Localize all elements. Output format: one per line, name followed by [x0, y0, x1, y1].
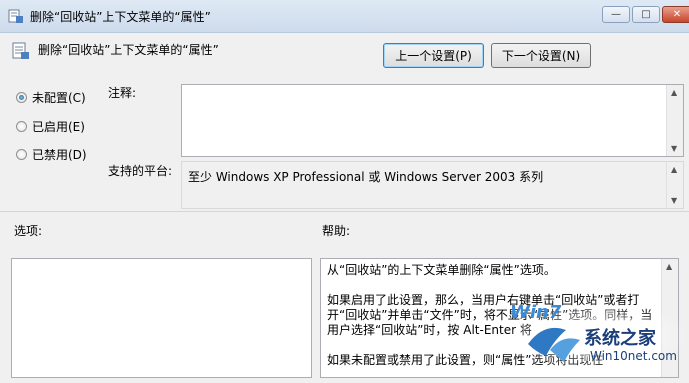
minimize-button[interactable]: —	[602, 6, 630, 23]
comment-scrollbar[interactable]: ▲ ▼	[666, 85, 683, 156]
maximize-button[interactable]: □	[632, 6, 660, 23]
platform-scrollbar[interactable]: ▲ ▼	[666, 162, 683, 208]
radio-button[interactable]	[16, 121, 27, 132]
maximize-icon: □	[641, 8, 651, 20]
radio-button[interactable]	[16, 92, 27, 103]
options-pane[interactable]	[11, 258, 312, 378]
platform-value: 至少 Windows XP Professional 或 Windows Ser…	[188, 170, 544, 184]
watermark: Win7 系统之家 Win10net.com	[506, 300, 689, 372]
scroll-up-icon[interactable]: ▲	[671, 165, 677, 174]
help-label: 帮助:	[322, 224, 351, 238]
radio-label: 已禁用(D)	[32, 148, 87, 162]
previous-setting-button[interactable]: 上一个设置(P)	[383, 43, 484, 68]
watermark-brand: 系统之家	[584, 328, 656, 349]
title-bar: 删除“回收站”上下文菜单的“属性” — □ ✕	[0, 0, 689, 33]
scroll-down-icon[interactable]: ▼	[671, 196, 677, 205]
section-divider	[0, 211, 689, 212]
radio-label: 未配置(C)	[32, 91, 86, 105]
comment-textarea[interactable]: ▲ ▼	[181, 84, 684, 157]
scroll-down-icon[interactable]: ▼	[671, 144, 677, 153]
window-title: 删除“回收站”上下文菜单的“属性”	[30, 10, 211, 24]
policy-icon	[8, 9, 23, 23]
radio-not-configured[interactable]: 未配置(C)	[16, 89, 86, 106]
radio-label: 已启用(E)	[32, 120, 85, 134]
scroll-up-icon[interactable]: ▲	[671, 88, 677, 97]
platform-field: 至少 Windows XP Professional 或 Windows Ser…	[181, 161, 684, 209]
radio-enabled[interactable]: 已启用(E)	[16, 118, 85, 135]
close-button[interactable]: ✕	[662, 6, 689, 23]
help-paragraph: 从“回收站”的上下文菜单删除“属性”选项。	[327, 263, 556, 277]
close-icon: ✕	[672, 8, 682, 20]
platform-label: 支持的平台:	[108, 164, 173, 178]
comment-label: 注释:	[108, 86, 137, 100]
setting-icon	[12, 42, 29, 59]
watermark-url: Win10net.com	[590, 349, 677, 363]
radio-button[interactable]	[16, 149, 27, 160]
minimize-icon: —	[611, 8, 621, 20]
options-label: 选项:	[14, 224, 43, 238]
next-setting-button[interactable]: 下一个设置(N)	[491, 43, 591, 68]
watermark-logo-text: Win7	[510, 302, 562, 323]
scroll-up-icon[interactable]: ▲	[666, 262, 672, 271]
radio-disabled[interactable]: 已禁用(D)	[16, 146, 87, 163]
setting-title: 删除“回收站”上下文菜单的“属性”	[38, 43, 219, 57]
